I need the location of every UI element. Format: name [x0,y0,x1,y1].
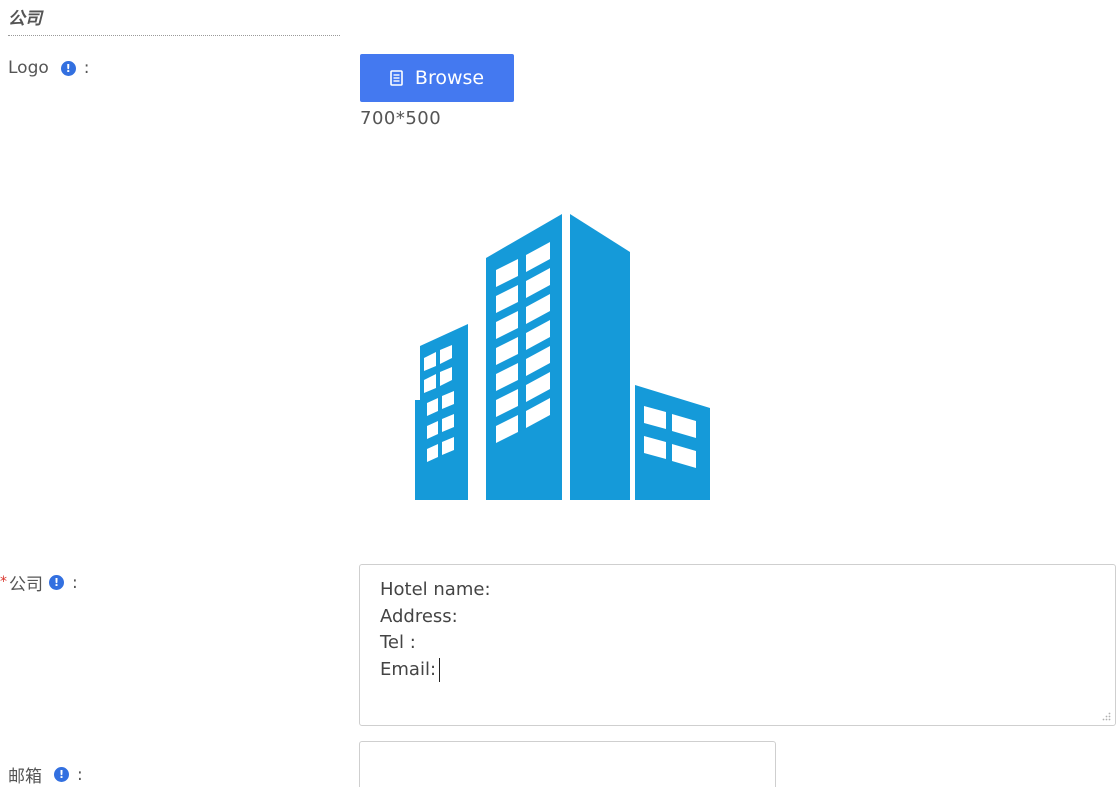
required-marker: * [0,573,7,590]
company-label-row: * 公司 ! : [0,570,78,596]
info-icon[interactable]: ! [54,767,69,782]
email-label-colon: : [77,764,83,785]
email-label-row: 邮箱 ! : [8,762,83,787]
company-label-colon: : [72,572,78,593]
company-line-tel: Tel : [380,632,416,653]
browse-button-label: Browse [414,67,485,89]
browse-button[interactable]: Browse [360,54,514,102]
company-line-email-row: Email: [380,657,1095,684]
logo-size-hint: 700*500 [360,108,442,129]
company-line-address: Address: [380,605,458,627]
logo-label-row: Logo ! : [8,58,90,78]
info-icon[interactable]: ! [49,575,64,590]
info-icon[interactable]: ! [60,60,76,76]
email-input[interactable] [359,741,776,787]
company-line-email: Email: [380,658,437,680]
company-textarea[interactable]: Hotel name: Address: Tel : Email: [359,564,1116,726]
section-header: 公司 [8,6,340,36]
text-caret [439,657,441,682]
logo-label-colon: : [83,58,90,78]
building-icon [415,214,710,500]
company-line-hotel-name: Hotel name: [380,579,491,600]
company-label: 公司 [9,575,43,595]
file-icon [390,70,403,86]
email-label: 邮箱 [8,767,42,787]
section-title: 公司 [8,9,42,29]
resize-grip-icon[interactable] [1101,711,1111,721]
logo-label: Logo [8,58,49,78]
company-settings-form: 公司 Logo ! : Browse 700*500 * 公司 !: Hote… [0,0,1116,787]
